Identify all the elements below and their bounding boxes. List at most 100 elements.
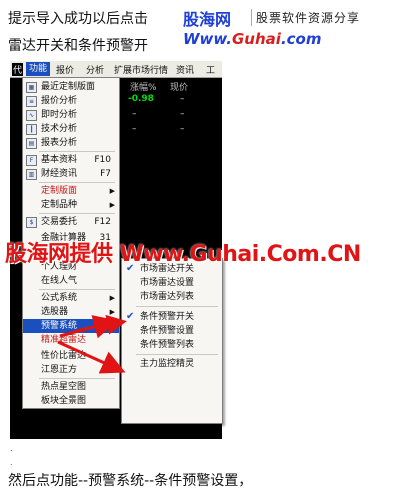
row-3-price: – <box>180 124 185 134</box>
menu-divider <box>39 378 115 379</box>
menu-item-basic-info[interactable]: F 基本资料 F10 <box>23 153 119 167</box>
tech-icon: ┃ <box>26 124 37 135</box>
menu-item-shortcut: F7 <box>100 169 111 179</box>
submenu-item-main-force-monitor[interactable]: 主力监控精灵 <box>122 357 222 371</box>
quote-icon: ≡ <box>26 96 37 107</box>
chevron-right-icon: ▶ <box>109 201 115 209</box>
menu-bar: 代 功能 报价 分析 扩展市场行情 资讯 工 <box>10 61 222 78</box>
row-1-change: -0.98 <box>128 94 154 104</box>
bullet-dot: . <box>10 444 13 453</box>
menu-item-label: 基本资料 <box>41 155 78 165</box>
menu-item-value-radar[interactable]: 性价比雷达 <box>23 349 119 363</box>
menu-item-shortcut: F12 <box>94 217 111 227</box>
submenu-divider <box>136 354 218 355</box>
submenu-divider <box>136 306 218 307</box>
menu-item-precise-radar[interactable]: 精准超雷达 <box>23 333 119 347</box>
menu-item-label: 技术分析 <box>41 124 78 134</box>
menu-divider <box>39 213 115 214</box>
chevron-right-icon: ▶ <box>109 294 115 302</box>
checkmark-icon: ✔ <box>126 311 135 322</box>
menu-item-instant-analysis[interactable]: ∿ 即时分析 <box>23 108 119 122</box>
intro-text: 提示导入成功以后点击 雷达开关和条件预警开 <box>8 6 148 60</box>
submenu-item-label: 条件预警设置 <box>140 326 195 336</box>
menu-item-hotspot-starmap[interactable]: 热点星空图 <box>23 380 119 394</box>
column-change-percent: 涨幅% <box>130 83 157 93</box>
banner-url-prefix: Www. <box>183 30 232 48</box>
layout-icon: ▦ <box>26 82 37 93</box>
menu-divider <box>39 151 115 152</box>
menu-item-finance-news[interactable]: ▥ 财经资讯 F7 <box>23 167 119 181</box>
banner-url-suffix: .com <box>280 30 322 48</box>
row-3-change: – <box>132 124 137 134</box>
row-2-price: – <box>180 109 185 119</box>
menu-item-formula-system[interactable]: 公式系统 ▶ <box>23 291 119 305</box>
menu-item-label: 定制版面 <box>41 186 78 196</box>
menubar-function[interactable]: 功能 <box>26 62 51 76</box>
watermark-text: 股海网提供 Www.Guhai.Com.CN <box>5 242 361 267</box>
submenu-item-label: 市场雷达列表 <box>140 292 195 302</box>
menubar-analysis[interactable]: 分析 <box>86 63 104 76</box>
banner-url-main: Guhai <box>232 30 281 48</box>
menu-item-label: 报价分析 <box>41 96 78 106</box>
banner-brand: 股海网 <box>183 10 232 29</box>
menu-item-gann-square[interactable]: 江恩正方 <box>23 363 119 377</box>
alert-system-submenu: ✔ 市场雷达开关 市场雷达设置 市场雷达列表 ✔ 条件预警开关 条件预警设置 条件预… <box>121 258 223 424</box>
menubar-extended-market[interactable]: 扩展市场行情 <box>114 63 168 76</box>
menu-divider <box>39 289 115 290</box>
menubar-news[interactable]: 资讯 <box>176 63 194 76</box>
menu-item-stock-selector[interactable]: 选股器 ▶ <box>23 305 119 319</box>
menu-item-label: 预警系统 <box>41 321 78 331</box>
intro-line-2: 雷达开关和条件预警开 <box>8 38 148 54</box>
submenu-item-market-radar-settings[interactable]: 市场雷达设置 <box>122 276 222 290</box>
menu-item-label: 公式系统 <box>41 293 78 303</box>
column-price: 现价 <box>170 83 189 93</box>
info-icon: F <box>26 155 37 166</box>
menu-item-label: 板块全景图 <box>41 396 87 406</box>
submenu-item-condition-alert-toggle[interactable]: ✔ 条件预警开关 <box>122 310 222 324</box>
intro-line-1: 提示导入成功以后点击 <box>8 11 148 27</box>
menu-item-label: 精准超雷达 <box>41 335 87 345</box>
menu-item-sector-panorama[interactable]: 板块全景图 <box>23 394 119 408</box>
chevron-right-icon: ▶ <box>109 322 115 330</box>
menu-item-recent-layout[interactable]: ▦ 最近定制版面 <box>23 80 119 94</box>
site-banner: 股海网 股票软件资源分享 Www.Guhai.com <box>183 6 400 52</box>
report-icon: ▤ <box>26 138 37 149</box>
chevron-right-icon: ▶ <box>109 187 115 195</box>
outro-text: 然后点功能--预警系统--条件预警设置， <box>8 473 253 489</box>
menu-item-label: 交易委托 <box>41 217 78 227</box>
menubar-tools[interactable]: 工 <box>206 63 215 76</box>
menu-item-shortcut: F10 <box>94 155 111 165</box>
menu-item-label: 江恩正方 <box>41 365 78 375</box>
news-icon: ▥ <box>26 169 37 180</box>
menu-item-label: 财经资讯 <box>41 169 78 179</box>
trade-icon: $ <box>26 217 37 228</box>
row-1-price: – <box>180 94 185 104</box>
submenu-item-label: 条件预警列表 <box>140 340 195 350</box>
submenu-item-label: 主力监控精灵 <box>140 359 195 369</box>
submenu-item-condition-alert-settings[interactable]: 条件预警设置 <box>122 324 222 338</box>
chart-icon: ∿ <box>26 110 37 121</box>
menu-item-quote-analysis[interactable]: ≡ 报价分析 <box>23 94 119 108</box>
menu-item-custom-layout[interactable]: 定制版面 ▶ <box>23 184 119 198</box>
banner-tagline: 股票软件资源分享 <box>251 9 360 26</box>
menu-item-online-popularity[interactable]: 在线人气 <box>23 274 119 288</box>
menu-divider <box>39 182 115 183</box>
menu-item-alert-system[interactable]: 预警系统 ▶ <box>23 319 119 333</box>
menu-item-label: 即时分析 <box>41 110 78 120</box>
bullet-dot: . <box>10 458 13 467</box>
menu-item-label: 报表分析 <box>41 138 78 148</box>
menu-item-report-analysis[interactable]: ▤ 报表分析 <box>23 136 119 150</box>
menu-item-label: 定制品种 <box>41 200 78 210</box>
menu-item-label: 热点星空图 <box>41 382 87 392</box>
submenu-item-condition-alert-list[interactable]: 条件预警列表 <box>122 338 222 352</box>
menu-item-trade-order[interactable]: $ 交易委托 F12 <box>23 215 119 229</box>
submenu-item-market-radar-list[interactable]: 市场雷达列表 <box>122 290 222 304</box>
menubar-quote[interactable]: 报价 <box>56 63 74 76</box>
row-2-change: – <box>132 109 137 119</box>
chevron-right-icon: ▶ <box>109 308 115 316</box>
menubar-cut-label: 代 <box>12 63 24 76</box>
menu-item-technical-analysis[interactable]: ┃ 技术分析 <box>23 122 119 136</box>
menu-item-label: 最近定制版面 <box>41 82 96 92</box>
menu-item-label: 选股器 <box>41 307 69 317</box>
menu-item-custom-varieties[interactable]: 定制品种 ▶ <box>23 198 119 212</box>
